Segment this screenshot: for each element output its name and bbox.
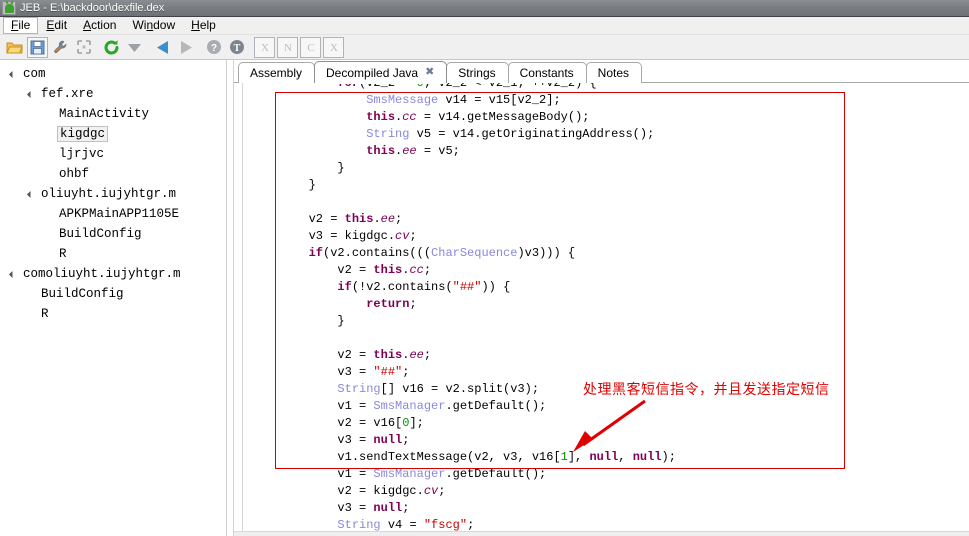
tree-node-com[interactable]: com bbox=[0, 64, 226, 84]
tree-node-label: ljrjvc bbox=[59, 147, 105, 161]
expander-icon[interactable] bbox=[26, 90, 35, 98]
tree-node-apkpmainapp[interactable]: APKPMainAPP1105E bbox=[0, 204, 226, 224]
tree-node-ljrjvc[interactable]: ljrjvc bbox=[0, 144, 226, 164]
expander-icon[interactable] bbox=[8, 270, 17, 278]
main-area: com fef.xre MainActivity kigdgc ljrjvc o… bbox=[0, 60, 969, 536]
tree-node-ohbf[interactable]: ohbf bbox=[0, 164, 226, 184]
tree-node-label: fef.xre bbox=[41, 87, 94, 101]
tree-node-label: ohbf bbox=[59, 167, 90, 181]
tree-node-r-2[interactable]: R bbox=[0, 304, 226, 324]
decompiled-java-code[interactable]: for(v2_2 = 0; v2_2 < v2_1; ++v2_2) { Sms… bbox=[251, 83, 969, 534]
tree-node-buildconfig-1[interactable]: BuildConfig bbox=[0, 224, 226, 244]
tree-node-label: R bbox=[41, 307, 49, 321]
expander-icon[interactable] bbox=[8, 70, 17, 78]
tree-node-label: APKPMainAPP1105E bbox=[59, 207, 180, 221]
n-icon[interactable]: N bbox=[277, 36, 298, 58]
editor-tab-bar: Assembly Decompiled Java ✖ Strings Const… bbox=[234, 60, 969, 84]
tab-label: Notes bbox=[597, 66, 630, 80]
horizontal-scrollbar[interactable] bbox=[234, 531, 969, 536]
tree-node-label: oliuyht.iujyhtgr.m bbox=[41, 187, 177, 201]
code-surface[interactable]: for(v2_2 = 0; v2_2 < v2_1; ++v2_2) { Sms… bbox=[243, 83, 969, 536]
svg-text:C: C bbox=[307, 42, 314, 54]
tree-node-comoliuyht[interactable]: comoliuyht.iujyhtgr.m bbox=[0, 264, 226, 284]
back-arrow-icon[interactable] bbox=[152, 37, 173, 58]
code-viewport[interactable]: for(v2_2 = 0; v2_2 < v2_1; ++v2_2) { Sms… bbox=[234, 83, 969, 536]
android-robot-icon bbox=[2, 1, 16, 15]
application-window: JEB - E:\backdoor\dexfile.dex File Edit … bbox=[0, 0, 969, 536]
menu-action[interactable]: Action bbox=[75, 17, 124, 34]
tree-node-kigdgc[interactable]: kigdgc bbox=[0, 124, 226, 144]
tree-node-fef-xre[interactable]: fef.xre bbox=[0, 84, 226, 104]
class-tree-panel[interactable]: com fef.xre MainActivity kigdgc ljrjvc o… bbox=[0, 60, 226, 536]
code-gutter bbox=[234, 83, 243, 536]
annotation-text: 处理黑客短信指令，并且发送指定短信 bbox=[583, 382, 830, 398]
svg-text:T: T bbox=[233, 43, 240, 54]
selection-icon[interactable] bbox=[73, 37, 94, 58]
wrench-icon[interactable] bbox=[50, 37, 71, 58]
window-title: JEB - E:\backdoor\dexfile.dex bbox=[20, 2, 165, 14]
editor-panel: Assembly Decompiled Java ✖ Strings Const… bbox=[234, 60, 969, 536]
tree-node-buildconfig-2[interactable]: BuildConfig bbox=[0, 284, 226, 304]
dropdown-arrow-icon[interactable] bbox=[124, 37, 145, 58]
menu-help[interactable]: Help bbox=[183, 17, 224, 34]
menu-window[interactable]: Window bbox=[124, 17, 183, 34]
svg-text:?: ? bbox=[210, 43, 216, 54]
svg-text:X: X bbox=[330, 42, 338, 54]
info-icon[interactable]: T bbox=[226, 37, 247, 58]
tab-assembly[interactable]: Assembly bbox=[238, 62, 316, 83]
tab-constants[interactable]: Constants bbox=[507, 62, 587, 83]
title-bar: JEB - E:\backdoor\dexfile.dex bbox=[0, 0, 969, 17]
c-icon[interactable]: C bbox=[300, 36, 321, 58]
tree-node-label: BuildConfig bbox=[41, 287, 124, 301]
svg-text:X: X bbox=[261, 42, 269, 54]
tree-node-label: BuildConfig bbox=[59, 227, 142, 241]
save-icon[interactable] bbox=[27, 36, 48, 58]
tab-decompiled-java[interactable]: Decompiled Java ✖ bbox=[314, 61, 448, 84]
tree-node-label: kigdgc bbox=[57, 126, 109, 142]
help-icon[interactable]: ? bbox=[203, 37, 224, 58]
tab-label: Decompiled Java bbox=[326, 65, 419, 80]
menu-edit[interactable]: Edit bbox=[38, 17, 75, 34]
open-folder-icon[interactable] bbox=[4, 37, 25, 58]
class-tree[interactable]: com fef.xre MainActivity kigdgc ljrjvc o… bbox=[0, 60, 226, 324]
panel-splitter[interactable] bbox=[226, 60, 234, 536]
tree-node-oliuyht[interactable]: oliuyht.iujyhtgr.m bbox=[0, 184, 226, 204]
toolbar: ? T X N C X bbox=[0, 35, 969, 60]
close-icon[interactable]: ✖ bbox=[425, 67, 434, 78]
menu-bar: File Edit Action Window Help bbox=[0, 17, 969, 35]
tree-node-r-1[interactable]: R bbox=[0, 244, 226, 264]
menu-file[interactable]: File bbox=[3, 17, 39, 34]
refresh-icon[interactable] bbox=[101, 37, 122, 58]
tab-notes[interactable]: Notes bbox=[585, 62, 643, 83]
tab-label: Assembly bbox=[250, 66, 303, 80]
tree-node-mainactivity[interactable]: MainActivity bbox=[0, 104, 226, 124]
tab-label: Constants bbox=[519, 66, 574, 80]
svg-text:N: N bbox=[284, 42, 292, 54]
forward-arrow-icon[interactable] bbox=[175, 37, 196, 58]
tree-node-label: comoliuyht.iujyhtgr.m bbox=[23, 267, 181, 281]
tab-label: Strings bbox=[458, 66, 496, 80]
x-icon[interactable]: X bbox=[254, 36, 275, 58]
x2-icon[interactable]: X bbox=[323, 36, 344, 58]
tree-node-label: com bbox=[23, 67, 46, 81]
expander-icon[interactable] bbox=[26, 190, 35, 198]
tree-node-label: R bbox=[59, 247, 67, 261]
tab-strings[interactable]: Strings bbox=[446, 62, 509, 83]
tree-node-label: MainActivity bbox=[59, 107, 150, 121]
